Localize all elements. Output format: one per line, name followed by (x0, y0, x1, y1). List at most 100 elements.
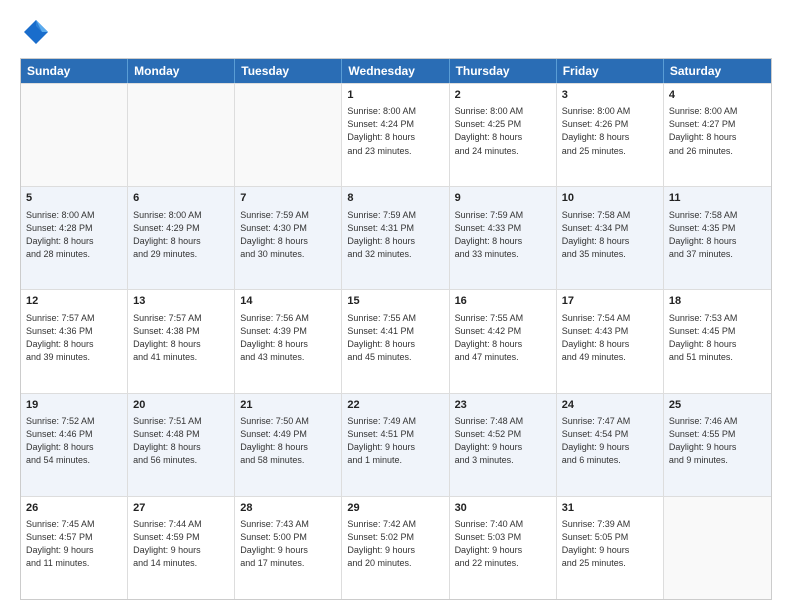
day-number: 13 (133, 294, 229, 309)
calendar-cell (664, 497, 771, 599)
header-cell-thursday: Thursday (450, 59, 557, 83)
calendar-cell: 18 Sunrise: 7:53 AMSunset: 4:45 PMDayligh… (664, 290, 771, 392)
day-number: 5 (26, 191, 122, 206)
day-number: 16 (455, 294, 551, 309)
day-number: 11 (669, 191, 766, 206)
day-number: 8 (347, 191, 443, 206)
cell-info: Sunrise: 8:00 AMSunset: 4:27 PMDaylight:… (669, 105, 766, 157)
cell-info: Sunrise: 7:59 AMSunset: 4:31 PMDaylight:… (347, 209, 443, 261)
calendar-cell: 6 Sunrise: 8:00 AMSunset: 4:29 PMDaylight… (128, 187, 235, 289)
day-number: 30 (455, 501, 551, 516)
logo (20, 16, 56, 48)
day-number: 7 (240, 191, 336, 206)
cell-info: Sunrise: 7:55 AMSunset: 4:42 PMDaylight:… (455, 312, 551, 364)
calendar-cell: 23Sunrise: 7:48 AMSunset: 4:52 PMDayligh… (450, 394, 557, 496)
cell-info: Sunrise: 7:51 AMSunset: 4:48 PMDaylight:… (133, 415, 229, 467)
cell-info: Sunrise: 7:43 AMSunset: 5:00 PMDaylight:… (240, 518, 336, 570)
calendar-cell: 3 Sunrise: 8:00 AMSunset: 4:26 PMDaylight… (557, 84, 664, 186)
calendar-cell: 1 Sunrise: 8:00 AMSunset: 4:24 PMDaylight… (342, 84, 449, 186)
calendar-cell: 8 Sunrise: 7:59 AMSunset: 4:31 PMDaylight… (342, 187, 449, 289)
calendar-cell: 11 Sunrise: 7:58 AMSunset: 4:35 PMDayligh… (664, 187, 771, 289)
day-number: 23 (455, 398, 551, 413)
header (20, 16, 772, 48)
calendar-cell: 19 Sunrise: 7:52 AMSunset: 4:46 PMDayligh… (21, 394, 128, 496)
cell-info: Sunrise: 7:47 AMSunset: 4:54 PMDaylight:… (562, 415, 658, 467)
cell-info: Sunrise: 7:40 AMSunset: 5:03 PMDaylight:… (455, 518, 551, 570)
day-number: 25 (669, 398, 766, 413)
cell-info: Sunrise: 7:42 AMSunset: 5:02 PMDaylight:… (347, 518, 443, 570)
cell-info: Sunrise: 7:55 AMSunset: 4:41 PMDaylight:… (347, 312, 443, 364)
cell-info: Sunrise: 7:53 AMSunset: 4:45 PMDaylight:… (669, 312, 766, 364)
calendar-cell: 30 Sunrise: 7:40 AMSunset: 5:03 PMDayligh… (450, 497, 557, 599)
day-number: 14 (240, 294, 336, 309)
calendar-cell: 9Sunrise: 7:59 AMSunset: 4:33 PMDaylight… (450, 187, 557, 289)
calendar-cell: 10 Sunrise: 7:58 AMSunset: 4:34 PMDayligh… (557, 187, 664, 289)
cell-info: Sunrise: 7:49 AMSunset: 4:51 PMDaylight:… (347, 415, 443, 467)
calendar-header-row: SundayMondayTuesdayWednesdayThursdayFrid… (21, 59, 771, 83)
day-number: 29 (347, 501, 443, 516)
calendar-cell: 29 Sunrise: 7:42 AMSunset: 5:02 PMDayligh… (342, 497, 449, 599)
calendar-cell: 22 Sunrise: 7:49 AMSunset: 4:51 PMDayligh… (342, 394, 449, 496)
day-number: 21 (240, 398, 336, 413)
cell-info: Sunrise: 7:52 AMSunset: 4:46 PMDaylight:… (26, 415, 122, 467)
calendar-cell: 27Sunrise: 7:44 AMSunset: 4:59 PMDayligh… (128, 497, 235, 599)
calendar-row-3: 19 Sunrise: 7:52 AMSunset: 4:46 PMDayligh… (21, 393, 771, 496)
day-number: 19 (26, 398, 122, 413)
calendar-cell: 5 Sunrise: 8:00 AMSunset: 4:28 PMDaylight… (21, 187, 128, 289)
day-number: 3 (562, 88, 658, 103)
calendar-row-4: 26 Sunrise: 7:45 AMSunset: 4:57 PMDayligh… (21, 496, 771, 599)
cell-info: Sunrise: 7:57 AMSunset: 4:36 PMDaylight:… (26, 312, 122, 364)
day-number: 22 (347, 398, 443, 413)
day-number: 28 (240, 501, 336, 516)
calendar-cell (21, 84, 128, 186)
header-cell-wednesday: Wednesday (342, 59, 449, 83)
header-cell-sunday: Sunday (21, 59, 128, 83)
cell-info: Sunrise: 7:58 AMSunset: 4:35 PMDaylight:… (669, 209, 766, 261)
calendar-cell: 25 Sunrise: 7:46 AMSunset: 4:55 PMDayligh… (664, 394, 771, 496)
header-cell-tuesday: Tuesday (235, 59, 342, 83)
day-number: 15 (347, 294, 443, 309)
calendar-cell (128, 84, 235, 186)
day-number: 4 (669, 88, 766, 103)
calendar-cell: 21 Sunrise: 7:50 AMSunset: 4:49 PMDayligh… (235, 394, 342, 496)
cell-info: Sunrise: 7:58 AMSunset: 4:34 PMDaylight:… (562, 209, 658, 261)
calendar-cell: 16 Sunrise: 7:55 AMSunset: 4:42 PMDayligh… (450, 290, 557, 392)
day-number: 18 (669, 294, 766, 309)
cell-info: Sunrise: 8:00 AMSunset: 4:25 PMDaylight:… (455, 105, 551, 157)
header-cell-monday: Monday (128, 59, 235, 83)
day-number: 26 (26, 501, 122, 516)
day-number: 31 (562, 501, 658, 516)
day-number: 1 (347, 88, 443, 103)
calendar-cell: 7Sunrise: 7:59 AMSunset: 4:30 PMDaylight… (235, 187, 342, 289)
day-number: 20 (133, 398, 229, 413)
cell-info: Sunrise: 7:46 AMSunset: 4:55 PMDaylight:… (669, 415, 766, 467)
cell-info: Sunrise: 7:59 AMSunset: 4:33 PMDaylight:… (455, 209, 551, 261)
cell-info: Sunrise: 7:54 AMSunset: 4:43 PMDaylight:… (562, 312, 658, 364)
header-cell-saturday: Saturday (664, 59, 771, 83)
day-number: 27 (133, 501, 229, 516)
day-number: 17 (562, 294, 658, 309)
cell-info: Sunrise: 8:00 AMSunset: 4:28 PMDaylight:… (26, 209, 122, 261)
page: SundayMondayTuesdayWednesdayThursdayFrid… (0, 0, 792, 612)
cell-info: Sunrise: 8:00 AMSunset: 4:26 PMDaylight:… (562, 105, 658, 157)
cell-info: Sunrise: 7:45 AMSunset: 4:57 PMDaylight:… (26, 518, 122, 570)
cell-info: Sunrise: 7:57 AMSunset: 4:38 PMDaylight:… (133, 312, 229, 364)
cell-info: Sunrise: 8:00 AMSunset: 4:29 PMDaylight:… (133, 209, 229, 261)
calendar-cell: 15 Sunrise: 7:55 AMSunset: 4:41 PMDayligh… (342, 290, 449, 392)
calendar-cell: 20 Sunrise: 7:51 AMSunset: 4:48 PMDayligh… (128, 394, 235, 496)
cell-info: Sunrise: 8:00 AMSunset: 4:24 PMDaylight:… (347, 105, 443, 157)
calendar-cell: 31 Sunrise: 7:39 AMSunset: 5:05 PMDayligh… (557, 497, 664, 599)
calendar-cell: 4 Sunrise: 8:00 AMSunset: 4:27 PMDaylight… (664, 84, 771, 186)
calendar-body: 1 Sunrise: 8:00 AMSunset: 4:24 PMDaylight… (21, 83, 771, 599)
calendar-cell: 13 Sunrise: 7:57 AMSunset: 4:38 PMDayligh… (128, 290, 235, 392)
header-cell-friday: Friday (557, 59, 664, 83)
day-number: 6 (133, 191, 229, 206)
day-number: 24 (562, 398, 658, 413)
day-number: 10 (562, 191, 658, 206)
day-number: 2 (455, 88, 551, 103)
calendar-row-1: 5 Sunrise: 8:00 AMSunset: 4:28 PMDaylight… (21, 186, 771, 289)
logo-icon (20, 16, 52, 48)
cell-info: Sunrise: 7:50 AMSunset: 4:49 PMDaylight:… (240, 415, 336, 467)
cell-info: Sunrise: 7:39 AMSunset: 5:05 PMDaylight:… (562, 518, 658, 570)
calendar-row-0: 1 Sunrise: 8:00 AMSunset: 4:24 PMDaylight… (21, 83, 771, 186)
